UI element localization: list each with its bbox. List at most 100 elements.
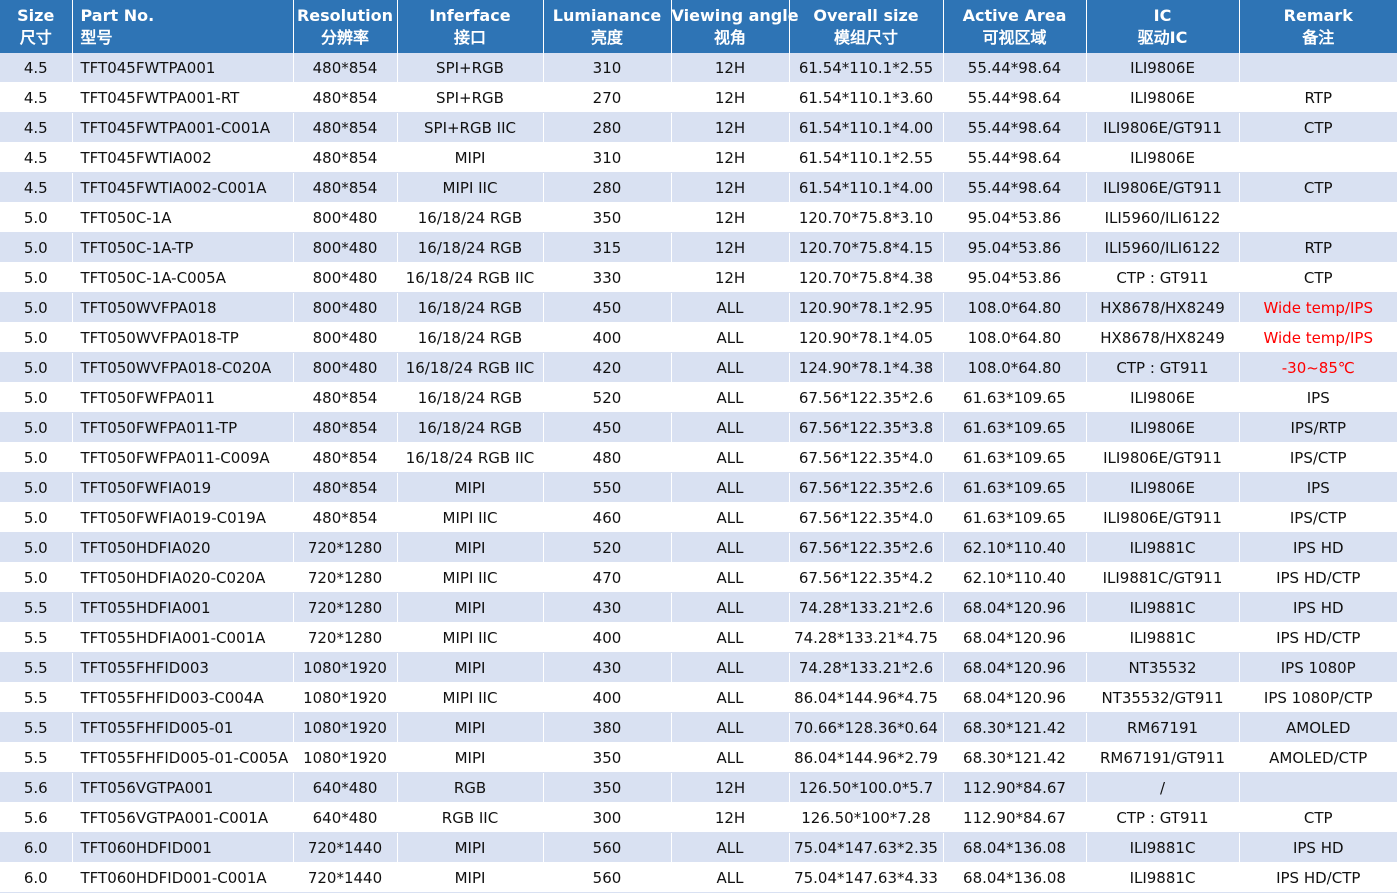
cell-viewing-angle: ALL xyxy=(671,532,790,563)
cell-part-no: TFT045FWTPA001-C001A xyxy=(72,112,294,143)
product-spec-table: Size 尺寸 Part No. 型号 Resolution 分辨率 Inferfac… xyxy=(0,0,1397,893)
cell-luminance: 480 xyxy=(543,442,672,473)
cell-overall-size: 126.50*100*7.28 xyxy=(789,802,944,833)
cell-part-no: TFT050C-1A-C005A xyxy=(72,262,294,293)
cell-active-area: 108.0*64.80 xyxy=(943,352,1087,383)
cell-remark: -30~85℃ xyxy=(1239,352,1397,383)
cell-active-area: 95.04*53.86 xyxy=(943,202,1087,233)
cell-overall-size: 126.50*100.0*5.7 xyxy=(789,772,944,803)
cell-interface: MIPI xyxy=(397,832,544,863)
cell-size: 5.0 xyxy=(0,322,73,353)
table-row: 5.0 TFT050FWFPA011-TP 480*854 16/18/24 RGB 4… xyxy=(0,412,1397,443)
cell-remark: AMOLED/CTP xyxy=(1239,742,1397,773)
table-row: 5.0 TFT050HDFIA020-C020A 720*1280 MIPI IIC 4… xyxy=(0,562,1397,593)
cell-interface: MIPI xyxy=(397,862,544,893)
cell-resolution: 800*480 xyxy=(293,352,398,383)
cell-part-no: TFT050FWFPA011 xyxy=(72,382,294,413)
cell-overall-size: 67.56*122.35*2.6 xyxy=(789,472,944,503)
cell-resolution: 480*854 xyxy=(293,82,398,113)
cell-interface: 16/18/24 RGB xyxy=(397,232,544,263)
cell-ic: ILI9806E/GT911 xyxy=(1086,172,1240,203)
cell-overall-size: 67.56*122.35*2.6 xyxy=(789,532,944,563)
cell-part-no: TFT055HDFIA001-C001A xyxy=(72,622,294,653)
cell-interface: MIPI xyxy=(397,712,544,743)
cell-part-no: TFT045FWTPA001-RT xyxy=(72,82,294,113)
cell-active-area: 108.0*64.80 xyxy=(943,292,1087,323)
cell-size: 5.0 xyxy=(0,532,73,563)
cell-resolution: 720*1280 xyxy=(293,622,398,653)
cell-ic: ILI9806E xyxy=(1086,412,1240,443)
cell-overall-size: 67.56*122.35*4.0 xyxy=(789,442,944,473)
cell-remark: CTP xyxy=(1239,262,1397,293)
cell-active-area: 68.30*121.42 xyxy=(943,712,1087,743)
table-row: 5.5 TFT055FHFID005-01-C005A 1080*1920 MIPI 3… xyxy=(0,742,1397,773)
cell-luminance: 380 xyxy=(543,712,672,743)
table-row: 5.6 TFT056VGTPA001 640*480 RGB 350 12H 126.50*… xyxy=(0,772,1397,803)
cell-viewing-angle: ALL xyxy=(671,712,790,743)
cell-remark: CTP xyxy=(1239,802,1397,833)
cell-resolution: 480*854 xyxy=(293,472,398,503)
table-row: 5.0 TFT050FWFIA019 480*854 MIPI 550 ALL 67.56*… xyxy=(0,472,1397,503)
cell-ic: ILI9806E xyxy=(1086,382,1240,413)
cell-resolution: 800*480 xyxy=(293,262,398,293)
cell-luminance: 315 xyxy=(543,232,672,263)
cell-interface: MIPI IIC xyxy=(397,502,544,533)
cell-part-no: TFT060HDFID001-C001A xyxy=(72,862,294,893)
cell-overall-size: 120.70*75.8*3.10 xyxy=(789,202,944,233)
table-row: 5.5 TFT055HDFIA001-C001A 720*1280 MIPI IIC 4… xyxy=(0,622,1397,653)
cell-remark: IPS/CTP xyxy=(1239,442,1397,473)
cell-remark: IPS 1080P/CTP xyxy=(1239,682,1397,713)
cell-viewing-angle: 12H xyxy=(671,53,790,83)
cell-luminance: 280 xyxy=(543,112,672,143)
cell-overall-size: 75.04*147.63*4.33 xyxy=(789,862,944,893)
cell-luminance: 550 xyxy=(543,472,672,503)
cell-part-no: TFT056VGTPA001-C001A xyxy=(72,802,294,833)
cell-active-area: 95.04*53.86 xyxy=(943,262,1087,293)
cell-overall-size: 67.56*122.35*4.2 xyxy=(789,562,944,593)
table-row: 4.5 TFT045FWTPA001 480*854 SPI+RGB 310 12H 61.… xyxy=(0,53,1397,83)
cell-overall-size: 61.54*110.1*2.55 xyxy=(789,142,944,173)
cell-resolution: 480*854 xyxy=(293,172,398,203)
cell-overall-size: 120.70*75.8*4.38 xyxy=(789,262,944,293)
cell-viewing-angle: 12H xyxy=(671,172,790,203)
cell-ic: RM67191/GT911 xyxy=(1086,742,1240,773)
cell-luminance: 310 xyxy=(543,53,672,83)
cell-size: 5.5 xyxy=(0,652,73,683)
cell-overall-size: 74.28*133.21*4.75 xyxy=(789,622,944,653)
cell-interface: 16/18/24 RGB xyxy=(397,412,544,443)
cell-overall-size: 120.90*78.1*4.05 xyxy=(789,322,944,353)
cell-luminance: 430 xyxy=(543,592,672,623)
cell-size: 4.5 xyxy=(0,172,73,203)
table-row: 5.0 TFT050WVFPA018-TP 800*480 16/18/24 RGB 4… xyxy=(0,322,1397,353)
cell-luminance: 470 xyxy=(543,562,672,593)
cell-resolution: 720*1440 xyxy=(293,862,398,893)
cell-active-area: 68.04*136.08 xyxy=(943,862,1087,893)
cell-overall-size: 61.54*110.1*4.00 xyxy=(789,172,944,203)
cell-active-area: 55.44*98.64 xyxy=(943,112,1087,143)
cell-size: 5.5 xyxy=(0,682,73,713)
cell-interface: MIPI xyxy=(397,652,544,683)
cell-ic: ILI9881C xyxy=(1086,622,1240,653)
cell-interface: SPI+RGB xyxy=(397,53,544,83)
cell-active-area: 68.04*136.08 xyxy=(943,832,1087,863)
cell-interface: 16/18/24 RGB xyxy=(397,382,544,413)
cell-luminance: 420 xyxy=(543,352,672,383)
cell-remark xyxy=(1239,53,1397,83)
cell-ic: RM67191 xyxy=(1086,712,1240,743)
cell-part-no: TFT050WVFPA018-C020A xyxy=(72,352,294,383)
cell-interface: MIPI IIC xyxy=(397,622,544,653)
cell-part-no: TFT045FWTIA002-C001A xyxy=(72,172,294,203)
cell-ic: CTP : GT911 xyxy=(1086,802,1240,833)
header-viewing-angle: Viewing angle 视角 xyxy=(671,0,799,53)
cell-part-no: TFT055HDFIA001 xyxy=(72,592,294,623)
cell-active-area: 68.04*120.96 xyxy=(943,592,1087,623)
cell-overall-size: 75.04*147.63*2.35 xyxy=(789,832,944,863)
cell-active-area: 68.30*121.42 xyxy=(943,742,1087,773)
cell-ic: ILI9806E xyxy=(1086,472,1240,503)
cell-viewing-angle: ALL xyxy=(671,442,790,473)
cell-resolution: 720*1440 xyxy=(293,832,398,863)
cell-remark xyxy=(1239,142,1397,173)
table-row: 5.0 TFT050WVFPA018 800*480 16/18/24 RGB 450 A… xyxy=(0,292,1397,323)
cell-viewing-angle: 12H xyxy=(671,802,790,833)
cell-luminance: 330 xyxy=(543,262,672,293)
